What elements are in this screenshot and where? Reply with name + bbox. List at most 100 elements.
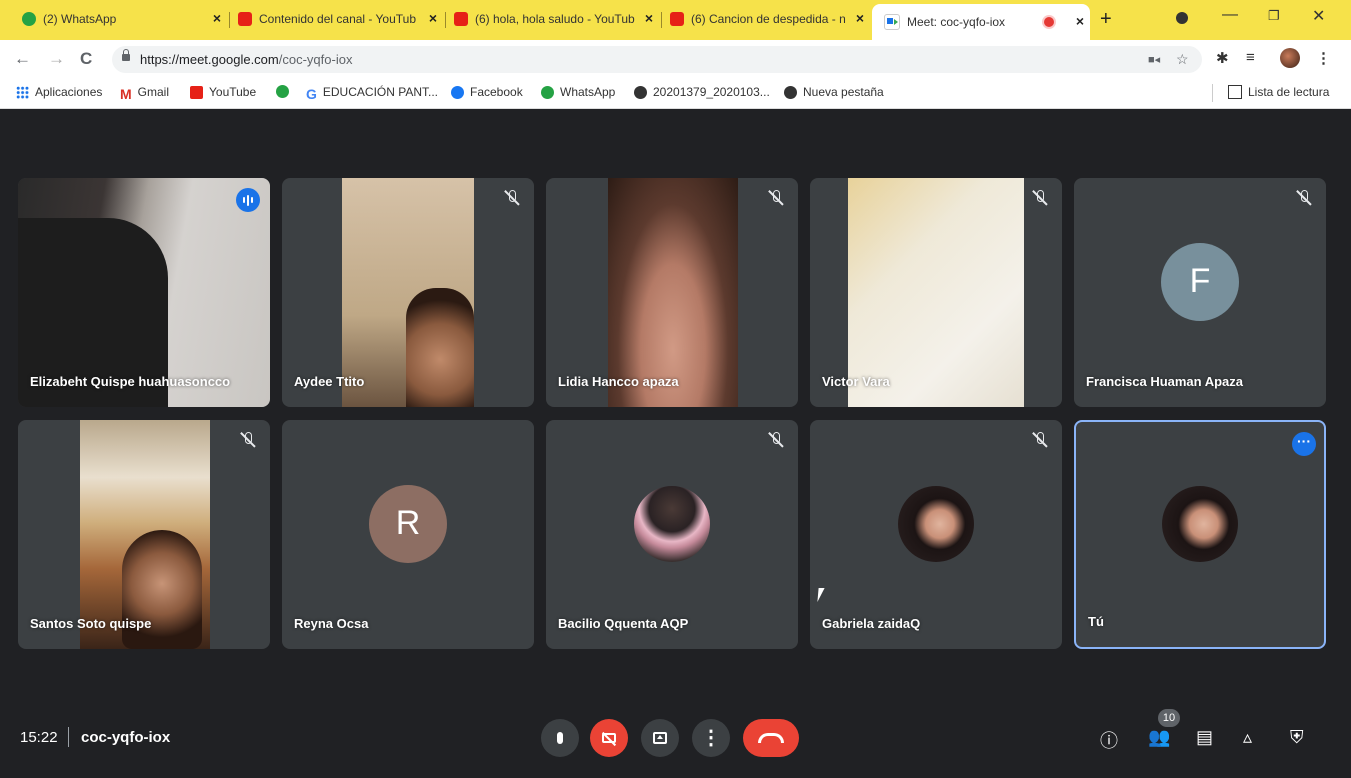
present-button[interactable] [641,719,679,757]
recording-icon [1044,17,1054,27]
tab-label: (6) hola, hola saludo - YouTub [475,12,635,26]
close-tab-icon[interactable]: × [213,10,221,26]
present-screen-icon [653,732,667,744]
participant-count-badge: 10 [1158,709,1180,727]
microphone-icon [557,732,563,744]
meeting-details-info-icon[interactable]: ⓘ [1100,727,1118,753]
tab-whatsapp[interactable]: (2) WhatsApp × [22,6,227,32]
address-bar: ← → C https://meet.google.com/coc-yqfo-i… [0,40,1351,78]
restore-icon[interactable]: ❐ [1268,8,1280,24]
apps-grid-icon [16,85,29,99]
youtube-icon [454,12,468,26]
new-tab-button[interactable]: + [1100,8,1112,31]
bookmark-educacion[interactable]: G EDUCACIÓN PANT... [306,85,438,102]
tab-label: (6) Cancion de despedida - n [691,12,846,26]
people-icon[interactable]: 👥 [1148,727,1170,748]
host-controls-shield-icon[interactable]: ⛨ [1290,727,1304,748]
speaking-indicator-icon [236,188,260,212]
url-field[interactable]: https://meet.google.com/coc-yqfo-iox ■◂ … [112,46,1202,73]
bookmark-youtube[interactable]: YouTube [190,85,256,99]
leave-call-button[interactable] [743,719,799,757]
tab-label: Contenido del canal - YouTub [259,12,417,26]
participant-name: Lidia Hancco apaza [558,374,679,389]
bookmark-gmail[interactable]: M Gmail [120,85,169,102]
participant-tile[interactable]: Victor Vara [810,178,1062,407]
media-control-icon[interactable]: ≡ [1246,49,1255,66]
forward-icon[interactable]: → [48,49,65,69]
close-tab-icon[interactable]: × [856,10,864,26]
tab-label: Meet: coc-yqfo-iox [907,15,1006,29]
participant-name: Gabriela zaidaQ [822,616,921,631]
google-icon: G [306,85,317,102]
whatsapp-icon [276,85,289,98]
self-tile[interactable]: ··· Tú [1074,420,1326,649]
tab-meet[interactable]: Meet: coc-yqfo-iox × [872,4,1090,40]
menu-icon[interactable]: ⋮ [1316,49,1331,67]
muted-mic-icon [504,190,520,206]
whatsapp-icon [541,85,554,99]
close-window-icon[interactable]: ✕ [1312,6,1325,26]
reading-list-icon [1228,85,1242,99]
back-icon[interactable]: ← [14,49,31,69]
chat-icon[interactable]: ▤ [1196,727,1213,748]
participant-tile[interactable]: Elizabeht Quispe huahuasoncco [18,178,270,407]
extensions-icon[interactable]: ✱ [1216,49,1229,67]
camera-icon[interactable]: ■◂ [1148,53,1160,66]
globe-icon [634,85,647,99]
whatsapp-icon [22,12,36,26]
bookmark-whatsapp[interactable]: WhatsApp [541,85,615,99]
microphone-button[interactable] [541,719,579,757]
tab-youtube-despedida[interactable]: (6) Cancion de despedida - n × [670,6,870,32]
close-tab-icon[interactable]: × [429,10,437,26]
bookmark-apps[interactable]: Aplicaciones [16,85,102,99]
bookmark-whatsapp-icon-only[interactable] [276,85,295,98]
participant-name: Elizabeht Quispe huahuasoncco [30,374,231,389]
tab-youtube-channel[interactable]: Contenido del canal - YouTub × [238,6,443,32]
close-tab-icon[interactable]: × [645,10,653,26]
tab-strip: (2) WhatsApp × Contenido del canal - You… [0,0,1351,40]
close-tab-icon[interactable]: × [1076,13,1084,29]
participant-tile[interactable]: R Reyna Ocsa [282,420,534,649]
avatar: F [1161,242,1239,321]
bookmarks-bar: Aplicaciones M Gmail YouTube G EDUCACIÓN… [0,78,1351,109]
muted-mic-icon [768,432,784,448]
participant-tile[interactable]: Santos Soto quispe [18,420,270,649]
avatar [1162,485,1238,562]
camera-off-icon [602,733,616,743]
participant-tile[interactable]: Gabriela zaidaQ [810,420,1062,649]
camera-button[interactable] [590,719,628,757]
muted-mic-icon [1032,190,1048,206]
bookmark-nueva-pestana[interactable]: Nueva pestaña [784,85,884,99]
participant-name: Reyna Ocsa [294,616,369,631]
youtube-icon [670,12,684,26]
bookmark-facebook[interactable]: Facebook [451,85,523,99]
more-options-icon[interactable]: ··· [1292,432,1316,456]
participant-tile[interactable]: Bacilio Qquenta AQP [546,420,798,649]
participant-name: Tú [1088,614,1104,629]
participant-tile[interactable]: Lidia Hancco apaza [546,178,798,407]
avatar: R [369,484,447,563]
mouse-cursor-icon [817,588,825,602]
reload-icon[interactable]: C [80,49,92,69]
bookmark-star-icon[interactable]: ☆ [1176,51,1189,68]
lock-icon [122,49,130,61]
tab-label: (2) WhatsApp [43,12,117,26]
reading-list-button[interactable]: Lista de lectura [1228,85,1329,99]
minimize-icon[interactable]: — [1222,6,1238,24]
more-options-button[interactable]: ⋮ [692,719,730,757]
participant-name: Bacilio Qquenta AQP [558,616,689,631]
participant-tile[interactable]: F Francisca Huaman Apaza [1074,178,1326,407]
avatar [898,485,974,562]
tab-youtube-saludo[interactable]: (6) hola, hola saludo - YouTub × [454,6,659,32]
youtube-icon [238,12,252,26]
meet-icon [884,14,900,30]
activities-icon[interactable]: ▵ [1243,727,1252,748]
participant-name: Victor Vara [822,374,890,389]
profile-avatar[interactable] [1280,48,1300,68]
muted-mic-icon [768,190,784,206]
bookmark-20201379[interactable]: 20201379_2020103... [634,85,770,99]
muted-mic-icon [240,432,256,448]
participant-tile[interactable]: Aydee Ttito [282,178,534,407]
more-vert-icon: ⋮ [701,727,721,749]
tab-search-icon[interactable] [1176,12,1188,24]
